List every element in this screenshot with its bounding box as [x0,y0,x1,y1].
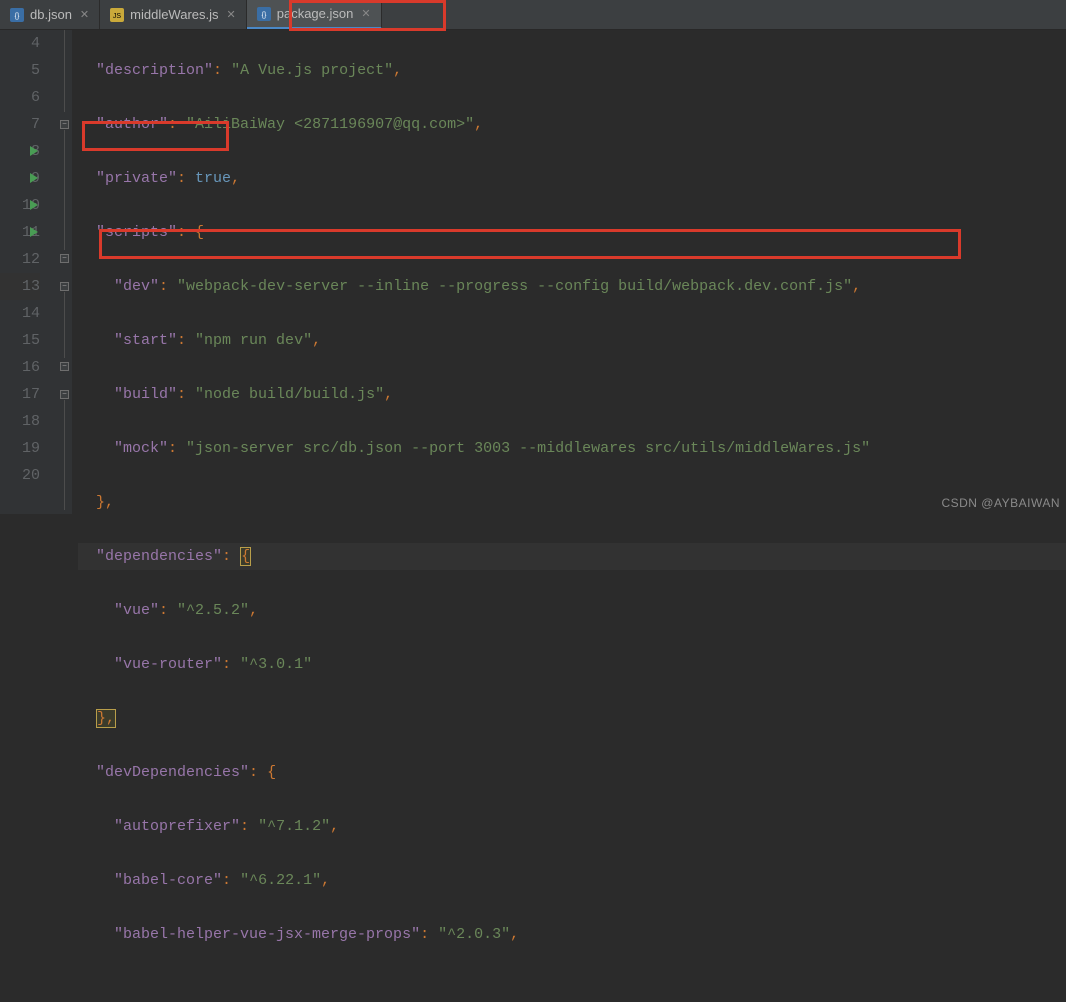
fold-toggle-icon[interactable]: − [60,390,69,399]
close-icon[interactable]: ✕ [80,8,89,21]
run-gutter-icon[interactable] [30,227,38,237]
watermark-text: CSDN @AYBAIWAN [941,496,1060,510]
close-icon[interactable]: ✕ [227,8,236,21]
tab-package-json[interactable]: {} package.json ✕ [247,0,382,29]
line-number: 4 [31,35,40,52]
json-icon: {} [257,7,271,21]
tab-db-json[interactable]: {} db.json ✕ [0,0,100,29]
tab-label: package.json [277,6,354,21]
fold-toggle-icon[interactable]: − [60,282,69,291]
line-number: 20 [22,467,40,484]
svg-text:{}: {} [15,13,20,20]
json-icon: {} [10,8,24,22]
line-number: 18 [22,413,40,430]
tab-label: middleWares.js [130,7,218,22]
tab-middlewares-js[interactable]: JS middleWares.js ✕ [100,0,247,29]
line-number: 7 [31,116,40,133]
tab-label: db.json [30,7,72,22]
js-icon: JS [110,8,124,22]
line-number: 13 [22,278,40,295]
tab-bar: {} db.json ✕ JS middleWares.js ✕ {} pack… [0,0,1066,30]
fold-toggle-icon[interactable]: − [60,254,69,263]
line-number: 6 [31,89,40,106]
line-number: 14 [22,305,40,322]
line-number: 16 [22,359,40,376]
code-editor[interactable]: 4 5 6 7 8 9 10 11 12 13 14 15 16 17 18 1… [0,30,1066,514]
run-gutter-icon[interactable] [30,200,38,210]
line-number: 15 [22,332,40,349]
svg-text:{}: {} [261,12,266,19]
line-number: 17 [22,386,40,403]
gutter: 4 5 6 7 8 9 10 11 12 13 14 15 16 17 18 1… [0,30,58,514]
run-gutter-icon[interactable] [30,173,38,183]
code-area[interactable]: "description": "A Vue.js project", "auth… [72,30,1066,514]
fold-column: − − − − − [58,30,72,514]
close-icon[interactable]: ✕ [361,7,370,20]
line-number: 5 [31,62,40,79]
run-gutter-icon[interactable] [30,146,38,156]
svg-text:JS: JS [113,13,122,20]
fold-toggle-icon[interactable]: − [60,120,69,129]
fold-toggle-icon[interactable]: − [60,362,69,371]
line-number: 12 [22,251,40,268]
line-number: 19 [22,440,40,457]
